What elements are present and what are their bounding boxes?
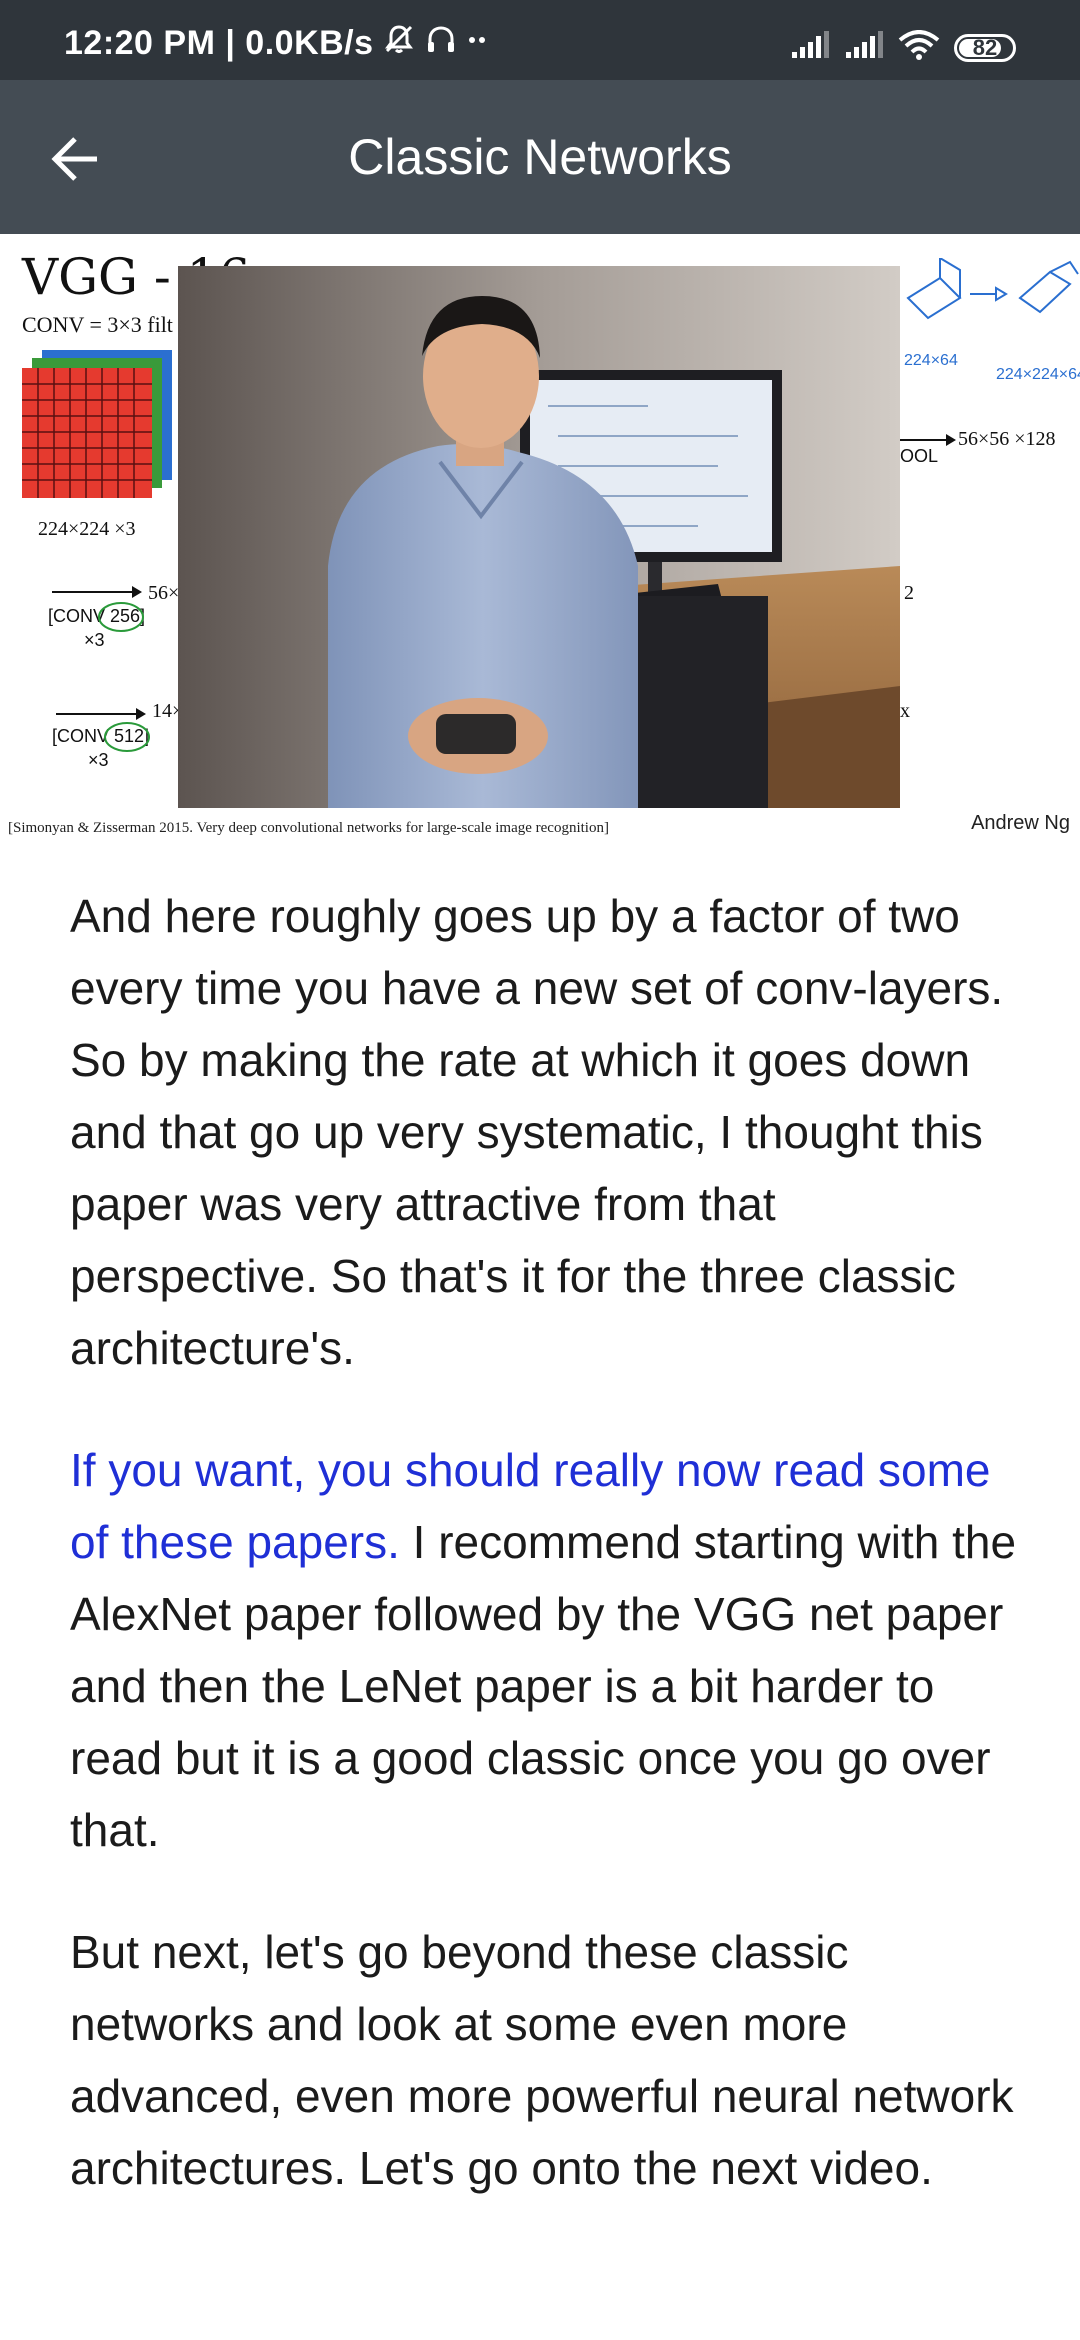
status-time-speed: 12:20 PM | 0.0KB/s xyxy=(64,24,374,62)
slide-conv-label: CONV = 3×3 filt xyxy=(22,312,173,337)
transcript-paragraph-1: And here roughly goes up by a factor of … xyxy=(70,890,1004,1374)
status-bar: 12:20 PM | 0.0KB/s 82 xyxy=(0,0,1080,80)
slide-author: Andrew Ng xyxy=(971,812,1070,834)
right-number: 2 xyxy=(904,582,914,604)
instructor-video-image xyxy=(178,266,900,808)
transcript: And here roughly goes up by a factor of … xyxy=(70,880,1030,2254)
circle-annotation xyxy=(98,602,144,632)
mute-bell-icon xyxy=(382,22,416,65)
right-x: x xyxy=(900,700,910,722)
circle-annotation xyxy=(104,722,150,752)
headset-icon xyxy=(424,22,458,65)
signal-icon xyxy=(844,30,884,65)
app-bar: Classic Networks xyxy=(0,80,1080,234)
arrow-label-1: 56× xyxy=(148,582,180,604)
handwritten-note-1: 224×64 xyxy=(904,352,958,369)
wifi-icon xyxy=(898,30,940,65)
arrow-graphic xyxy=(900,434,956,446)
handwritten-note-2: 224×224×64 xyxy=(996,366,1080,383)
status-right: 82 xyxy=(790,30,1016,65)
status-left: 12:20 PM | 0.0KB/s xyxy=(64,22,490,65)
transcript-paragraph-2: If you want, you should really now read … xyxy=(70,1434,1030,1866)
output-dims: 56×56 ×128 xyxy=(958,428,1056,450)
page-title: Classic Networks xyxy=(348,129,732,185)
arrow-graphic xyxy=(52,586,142,598)
slide-citation: [Simonyan & Zisserman 2015. Very deep co… xyxy=(8,820,609,836)
instructor-video[interactable] xyxy=(178,266,900,808)
battery-level: 82 xyxy=(972,34,998,60)
signal-icon xyxy=(790,30,830,65)
transcript-paragraph-3: But next, let's go beyond these classic … xyxy=(70,1926,1014,2194)
video-player[interactable]: VGG - 16 CONV = 3×3 filt 224×224 ×3 56× … xyxy=(0,234,1080,846)
input-volume-graphic xyxy=(22,350,172,498)
input-dims: 224×224 ×3 xyxy=(38,518,136,540)
battery-icon: 82 xyxy=(954,33,1016,62)
more-dots-icon xyxy=(466,22,490,65)
